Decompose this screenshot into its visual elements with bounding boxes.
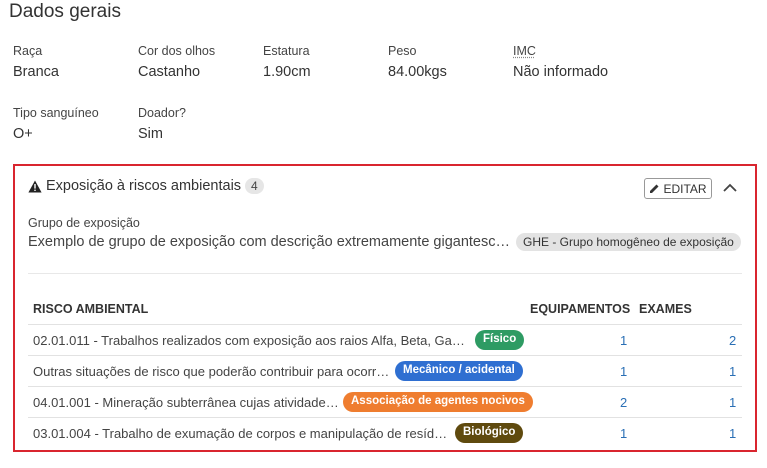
field-imc: IMC Não informado bbox=[513, 44, 608, 80]
risk-type-tag: Associação de agentes nocivos bbox=[343, 392, 533, 412]
column-header-equipments: EQUIPAMENTOS bbox=[530, 302, 631, 316]
risk-description: Outras situações de risco que poderão co… bbox=[33, 364, 391, 379]
field-doador: Doador? Sim bbox=[138, 106, 186, 142]
field-value: Não informado bbox=[513, 64, 609, 80]
exams-count-link[interactable]: 2 bbox=[729, 333, 736, 348]
environmental-risks-panel: Exposição à riscos ambientais 4 EDITAR G… bbox=[13, 164, 757, 452]
table-header: RISCO AMBIENTAL EQUIPAMENTOS EXAMES bbox=[28, 302, 742, 322]
field-value: Branca bbox=[13, 64, 59, 80]
risk-type-tag: Mecânico / acidental bbox=[395, 361, 523, 381]
edit-button[interactable]: EDITAR bbox=[644, 178, 712, 199]
field-label: Raça bbox=[13, 44, 43, 58]
section-title: Dados gerais bbox=[9, 1, 121, 22]
column-header-risk: RISCO AMBIENTAL bbox=[33, 302, 149, 316]
field-label: Peso bbox=[388, 44, 417, 58]
risk-description: 04.01.001 - Mineração subterrânea cujas … bbox=[33, 395, 341, 410]
field-label-imc[interactable]: IMC bbox=[513, 44, 608, 58]
count-badge: 4 bbox=[245, 178, 264, 194]
group-description: Exemplo de grupo de exposição com descri… bbox=[28, 234, 514, 250]
exams-count-link[interactable]: 1 bbox=[729, 426, 736, 441]
risk-type-tag: Físico bbox=[475, 330, 525, 350]
edit-button-label: EDITAR bbox=[663, 181, 707, 196]
table-row[interactable]: 03.01.004 - Trabalho de exumação de corp… bbox=[28, 417, 742, 448]
warning-icon bbox=[28, 180, 42, 193]
risk-description: 02.01.011 - Trabalhos realizados com exp… bbox=[33, 333, 471, 348]
column-header-exams: EXAMES bbox=[639, 302, 692, 316]
field-label: Doador? bbox=[138, 106, 186, 120]
field-cor-olhos: Cor dos olhos Castanho bbox=[138, 44, 215, 80]
table-row[interactable]: Outras situações de risco que poderão co… bbox=[28, 355, 742, 386]
field-peso: Peso 84.00kgs bbox=[388, 44, 447, 80]
field-value: 84.00kgs bbox=[388, 64, 447, 80]
pencil-icon bbox=[650, 184, 659, 193]
risk-description: 03.01.004 - Trabalho de exumação de corp… bbox=[33, 426, 453, 441]
field-value: Castanho bbox=[138, 64, 201, 80]
risk-type-tag: Biológico bbox=[455, 423, 524, 443]
table-row[interactable]: 04.01.001 - Mineração subterrânea cujas … bbox=[28, 386, 742, 417]
equipments-count-link[interactable]: 1 bbox=[620, 364, 627, 379]
field-value: Sim bbox=[138, 126, 163, 142]
exams-count-link[interactable]: 1 bbox=[729, 395, 736, 410]
exams-count-link[interactable]: 1 bbox=[729, 364, 736, 379]
field-tipo-sanguineo: Tipo sanguíneo O+ bbox=[13, 106, 99, 142]
panel-header: Exposição à riscos ambientais 4 bbox=[28, 178, 264, 194]
panel-title: Exposição à riscos ambientais bbox=[46, 178, 242, 194]
field-label: Tipo sanguíneo bbox=[13, 106, 99, 120]
chevron-up-icon[interactable] bbox=[721, 180, 739, 196]
table-row[interactable]: 02.01.011 - Trabalhos realizados com exp… bbox=[28, 324, 742, 355]
divider bbox=[28, 273, 742, 274]
group-label: Grupo de exposição bbox=[28, 216, 140, 230]
field-value: O+ bbox=[13, 126, 33, 142]
equipments-count-link[interactable]: 2 bbox=[620, 395, 627, 410]
field-estatura: Estatura 1.90cm bbox=[263, 44, 311, 80]
equipments-count-link[interactable]: 1 bbox=[620, 426, 627, 441]
field-value: 1.90cm bbox=[263, 64, 311, 80]
equipments-count-link[interactable]: 1 bbox=[620, 333, 627, 348]
field-label: Estatura bbox=[263, 44, 310, 58]
field-label: Cor dos olhos bbox=[138, 44, 216, 58]
group-tag: GHE - Grupo homogêneo de exposição bbox=[516, 233, 741, 251]
field-raca: Raça Branca bbox=[13, 44, 59, 80]
